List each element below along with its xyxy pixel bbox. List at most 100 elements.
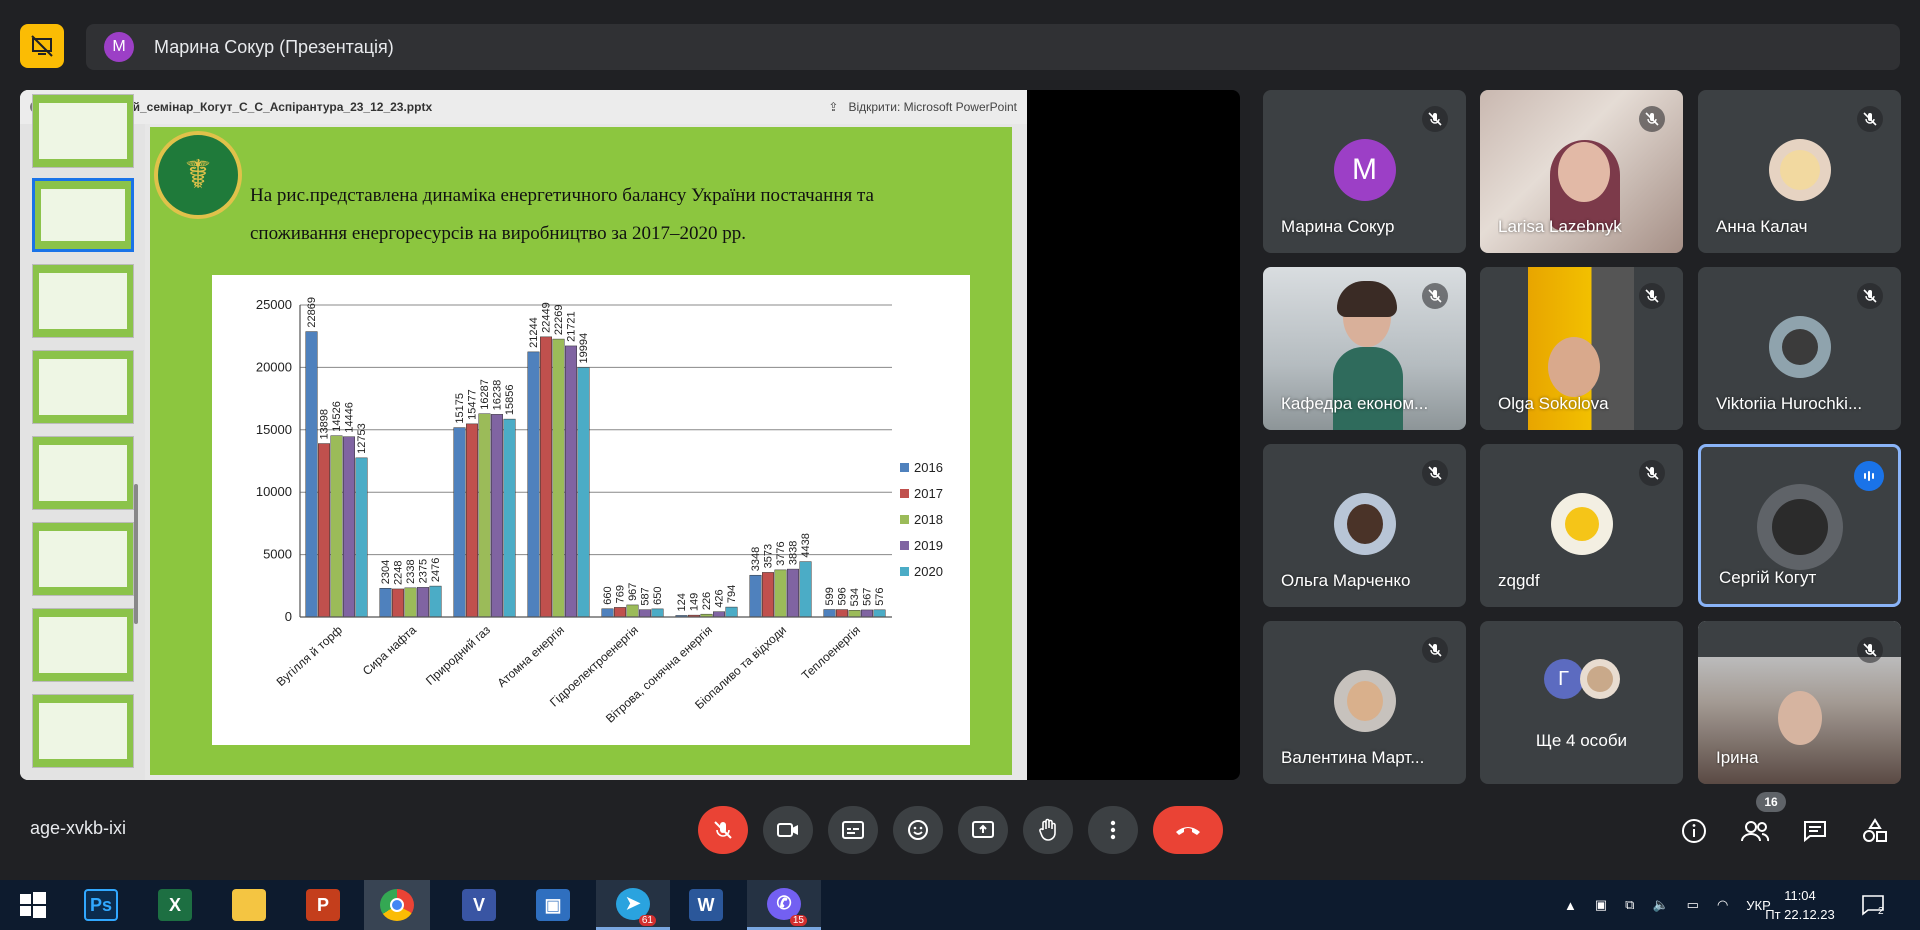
mic-toggle-button[interactable] bbox=[698, 806, 748, 854]
data-label: 2375 bbox=[418, 559, 430, 583]
participant-tile[interactable]: Viktoriia Hurochki... bbox=[1698, 267, 1901, 430]
meeting-info-icon[interactable] bbox=[1677, 814, 1711, 848]
taskbar-visio[interactable]: V bbox=[446, 880, 512, 930]
chart-bar bbox=[577, 367, 590, 618]
photoshop-icon: Ps bbox=[84, 889, 118, 921]
battery-icon[interactable]: ▭ bbox=[1687, 897, 1699, 913]
data-label: 2304 bbox=[380, 560, 392, 584]
share-icon[interactable]: ⇪ bbox=[828, 100, 838, 114]
thumbnail-scrollbar[interactable] bbox=[134, 484, 138, 624]
volume-icon[interactable]: 🔈 bbox=[1652, 897, 1668, 913]
participant-tile[interactable]: Larisa Lazebnyk bbox=[1480, 90, 1683, 253]
chart-bar bbox=[466, 423, 478, 618]
y-tick-label: 25000 bbox=[256, 297, 292, 312]
slide-thumbnail[interactable] bbox=[32, 522, 134, 596]
chart-bar bbox=[725, 606, 738, 618]
more-participants-tile[interactable]: Г Ще 4 особи bbox=[1480, 621, 1683, 784]
leave-call-button[interactable] bbox=[1153, 806, 1223, 854]
x-tick-label: Природний газ bbox=[423, 622, 493, 687]
data-label: 3348 bbox=[750, 547, 762, 571]
x-tick-label: Сира нафта bbox=[360, 623, 419, 678]
captions-button[interactable] bbox=[828, 806, 878, 854]
chart-bar bbox=[799, 561, 812, 618]
data-label: 3838 bbox=[788, 541, 800, 565]
chat-icon[interactable] bbox=[1798, 814, 1832, 848]
legend-swatch bbox=[900, 541, 909, 550]
telegram-badge: 61 bbox=[638, 914, 656, 926]
data-label: 3776 bbox=[775, 541, 787, 565]
customs-emblem-logo: ☤ bbox=[154, 131, 242, 219]
y-tick-label: 0 bbox=[285, 609, 292, 624]
system-clock[interactable]: 11:04 Пт 22.12.23 bbox=[1755, 886, 1845, 924]
avatar bbox=[1333, 670, 1396, 732]
notification-center-icon[interactable]: 2 bbox=[1860, 880, 1884, 930]
data-label: 124 bbox=[676, 593, 688, 611]
activities-icon[interactable] bbox=[1858, 814, 1892, 848]
taskbar-file-explorer[interactable] bbox=[216, 880, 282, 930]
data-label: 13898 bbox=[319, 409, 331, 440]
data-label: 14446 bbox=[344, 402, 356, 433]
chart-bar bbox=[417, 587, 429, 618]
legend-label: 2019 bbox=[914, 538, 943, 553]
slide-thumbnail[interactable] bbox=[32, 694, 134, 768]
slide-thumbnail[interactable] bbox=[32, 94, 134, 168]
network-adapter-icon[interactable]: ⧉ bbox=[1625, 897, 1634, 913]
slide-thumbnail[interactable] bbox=[32, 436, 134, 510]
camera-toggle-button[interactable] bbox=[763, 806, 813, 854]
taskbar-save-app[interactable]: ▣ bbox=[520, 880, 586, 930]
mic-off-icon bbox=[1857, 283, 1883, 309]
participant-name: Анна Калач bbox=[1716, 217, 1808, 236]
taskbar-viber[interactable]: ✆ 15 bbox=[747, 880, 821, 930]
taskbar-excel[interactable]: X bbox=[142, 880, 208, 930]
participant-tile[interactable]: Ольга Марченко bbox=[1263, 444, 1466, 607]
participant-tile[interactable]: Кафедра економ... bbox=[1263, 267, 1466, 430]
more-options-button[interactable] bbox=[1088, 806, 1138, 854]
participant-tile[interactable]: zqgdf bbox=[1480, 444, 1683, 607]
legend-swatch bbox=[900, 515, 909, 524]
chart-bar bbox=[503, 418, 516, 618]
slide-thumbnail[interactable] bbox=[32, 350, 134, 424]
chart-bar bbox=[453, 427, 466, 618]
legend-swatch bbox=[900, 489, 909, 498]
slide-thumbnail[interactable] bbox=[32, 264, 134, 338]
slide-thumbnail[interactable] bbox=[32, 178, 134, 252]
people-icon[interactable] bbox=[1738, 814, 1772, 848]
participant-tile[interactable]: Olga Sokolova bbox=[1480, 267, 1683, 430]
participant-tile[interactable]: Ірина bbox=[1698, 621, 1901, 784]
participant-tile-speaking[interactable]: Сергій Когут bbox=[1698, 444, 1901, 607]
tray-expand-icon[interactable]: ▲ bbox=[1564, 898, 1577, 913]
windows-start-button[interactable] bbox=[0, 880, 66, 930]
chart-bar bbox=[379, 587, 392, 618]
presenter-title: Марина Сокур (Презентація) bbox=[154, 36, 394, 57]
wifi-icon[interactable]: ◠ bbox=[1717, 897, 1728, 913]
slide-thumbnail[interactable] bbox=[32, 608, 134, 682]
clock-date: Пт 22.12.23 bbox=[1765, 907, 1835, 922]
open-in-powerpoint[interactable]: ⇪ Відкрити: Microsoft PowerPoint bbox=[828, 100, 1017, 114]
presenter-bar: M Марина Сокур (Презентація) bbox=[86, 24, 1900, 70]
open-label[interactable]: Відкрити: Microsoft PowerPoint bbox=[848, 100, 1017, 114]
taskbar-word[interactable]: W bbox=[673, 880, 739, 930]
taskbar-telegram[interactable]: ➤ 61 bbox=[596, 880, 670, 930]
reactions-emoji-button[interactable] bbox=[893, 806, 943, 854]
data-label: 149 bbox=[689, 593, 701, 611]
more-participants-label: Ще 4 особи bbox=[1535, 731, 1628, 750]
folder-icon bbox=[232, 889, 266, 921]
data-label: 21244 bbox=[528, 317, 540, 348]
participant-tile[interactable]: Анна Калач bbox=[1698, 90, 1901, 253]
chart-bar bbox=[873, 609, 886, 618]
y-tick-label: 15000 bbox=[256, 422, 292, 437]
participant-name: Larisa Lazebnyk bbox=[1498, 217, 1622, 236]
taskbar-photoshop[interactable]: Ps bbox=[68, 880, 134, 930]
participant-tile[interactable]: Валентина Март... bbox=[1263, 621, 1466, 784]
participant-tile[interactable]: M Марина Сокур bbox=[1263, 90, 1466, 253]
security-icon[interactable]: ▣ bbox=[1595, 897, 1607, 913]
data-label: 16287 bbox=[479, 379, 491, 410]
present-screen-button[interactable] bbox=[958, 806, 1008, 854]
chart-bar bbox=[614, 607, 626, 618]
data-label: 22449 bbox=[541, 302, 553, 333]
taskbar-chrome[interactable] bbox=[364, 880, 430, 930]
participant-name: Валентина Март... bbox=[1281, 748, 1425, 767]
raise-hand-button[interactable] bbox=[1023, 806, 1073, 854]
presentation-icon[interactable] bbox=[20, 24, 64, 68]
taskbar-powerpoint[interactable]: P bbox=[290, 880, 356, 930]
